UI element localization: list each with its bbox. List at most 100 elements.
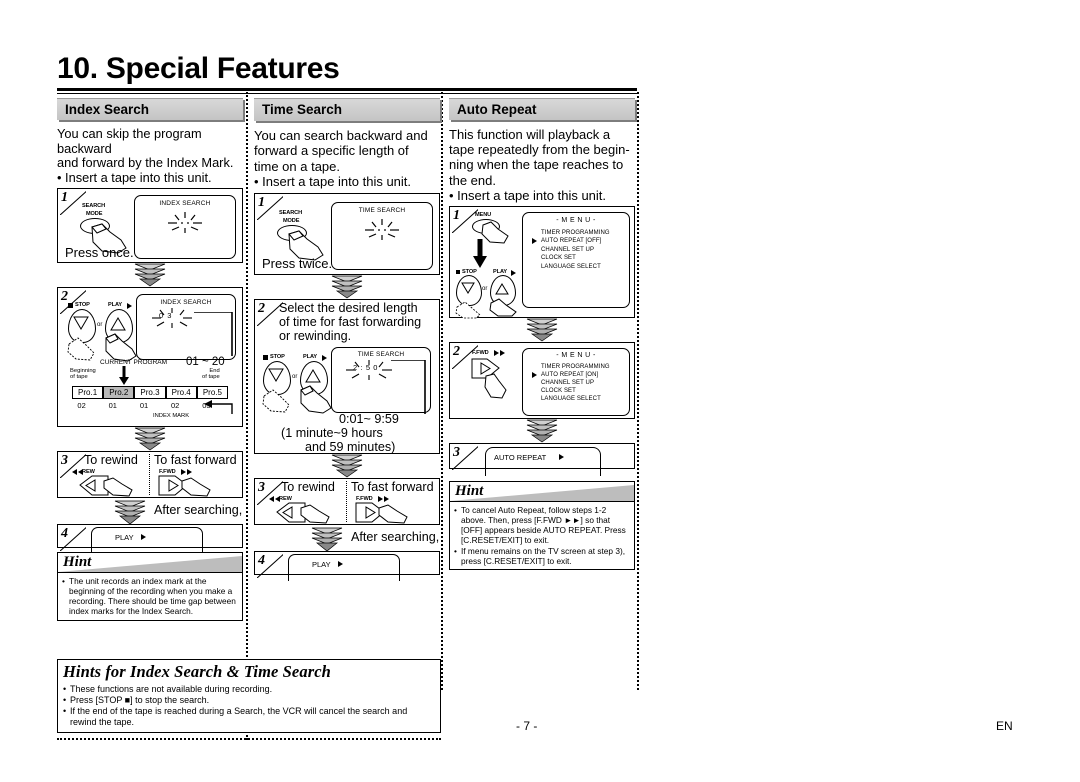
play-button-label: PLAY <box>108 302 123 309</box>
osd-menu-title: - M E N U - <box>556 217 596 225</box>
index-intro-line2: and forward by the Index Mark. <box>57 155 234 171</box>
flow-arrow-3-row: After searching, <box>57 498 243 525</box>
search-mode-label-bottom: MODE <box>86 211 103 218</box>
time-play-label: PLAY <box>312 559 331 569</box>
time-step-2: 2 Select the desired length of time for … <box>254 298 440 454</box>
time-intro-line2: forward a specific length of <box>254 143 409 159</box>
menu-cursor-icon <box>532 372 537 379</box>
osd-menu-title: - M E N U - <box>556 352 596 360</box>
auto-repeat-step-1: 1 MENU STOP PLAY or - M E N U - TIMER PR… <box>449 206 635 319</box>
index-mark-value: 02 <box>171 401 180 411</box>
menu-item[interactable]: LANGUAGE SELECT <box>541 395 610 403</box>
section-auto-repeat: Auto Repeat This function will playback … <box>449 98 635 571</box>
ar-step-3-label: AUTO REPEAT <box>494 453 547 463</box>
time-inst-l3: or rewinding. <box>279 329 352 344</box>
menu-item[interactable]: AUTO REPEAT [OFF] <box>541 237 610 245</box>
auto-repeat-hint: Hint To cancel Auto Repeat, follow steps… <box>449 481 635 571</box>
hint-item: Press [STOP ■] to stop the search. <box>63 695 436 706</box>
play-key-outline[interactable] <box>91 527 203 555</box>
play-triangle-icon <box>559 454 564 461</box>
ar-step-1-number: 1 <box>453 208 460 224</box>
menu-item[interactable]: LANGUAGE SELECT <box>541 263 610 271</box>
or-label: or <box>482 286 488 293</box>
menu-item[interactable]: CLOCK SET <box>541 254 610 262</box>
blink-burst-icon <box>365 218 399 240</box>
search-mode-label-bottom: MODE <box>283 217 300 224</box>
index-after-searching-label: After searching, <box>154 503 243 518</box>
ar-step-2-osd: - M E N U - TIMER PROGRAMMING AUTO REPEAT… <box>522 348 630 417</box>
ar-intro-line3: ning when the tape reaches to <box>449 157 624 173</box>
time-range-label: 0:01~ 9:59 <box>339 411 399 426</box>
section-time-search: Time Search You can search backward and … <box>254 98 440 581</box>
ar-intro-bullet: • Insert a tape into this unit. <box>449 187 607 203</box>
index-intro-bullet: • Insert a tape into this unit. <box>57 169 212 185</box>
index-to-rewind-label: To rewind <box>84 453 138 468</box>
or-label: or <box>97 322 103 329</box>
time-step-3-number: 3 <box>258 479 265 495</box>
hand-pointer-icon <box>489 298 517 317</box>
time-to-rewind-label: To rewind <box>281 479 335 494</box>
section-index-search: Index Search You can skip the program ba… <box>57 98 243 621</box>
play-triangle-icon <box>141 534 146 541</box>
down-flow-arrow-icon <box>473 239 487 269</box>
document-page: 10. Special Features Index Search You ca… <box>0 0 1080 782</box>
index-step-1-number: 1 <box>61 190 68 206</box>
ar-step-1-osd: - M E N U - TIMER PROGRAMMING AUTO REPEAT… <box>522 212 630 309</box>
flow-arrow-1 <box>254 275 440 299</box>
ar-intro-line4: the end. <box>449 172 496 188</box>
time-search-intro: You can search backward and forward a sp… <box>254 128 440 190</box>
time-inst-l1: Select the desired length <box>279 300 418 315</box>
callout-leader-line <box>391 359 426 414</box>
hint-item: If the end of the tape is reached during… <box>63 706 436 727</box>
flow-arrow-2 <box>254 454 440 478</box>
column-divider-1 <box>246 92 250 740</box>
page-title: 10. Special Features <box>57 52 340 85</box>
stop-button-label: STOP <box>75 302 90 309</box>
auto-repeat-step-2: 2 F.FWD - M E N U - TIMER PROGRAMMING AUT… <box>449 342 635 420</box>
play-key-outline[interactable] <box>288 553 400 581</box>
menu-item[interactable]: CHANNEL SET UP <box>541 246 610 254</box>
menu-item[interactable]: AUTO REPEAT [ON] <box>541 371 610 379</box>
index-step-3: 3 To rewind To fast forward REW F.FWD <box>57 451 243 499</box>
program-cell: Pro.4 <box>165 386 197 400</box>
time-step-4: 4 PLAY <box>254 550 440 581</box>
menu-item[interactable]: CHANNEL SET UP <box>541 379 610 387</box>
time-intro-line1: You can search backward and <box>254 128 428 143</box>
time-inst-l2: of time for fast forwarding <box>279 315 422 330</box>
menu-item[interactable]: TIMER PROGRAMMING <box>541 363 610 371</box>
index-to-ffwd-label: To fast forward <box>154 453 237 468</box>
page-number: - 7 - <box>516 719 538 733</box>
index-search-hint: Hint The unit records an index mark at t… <box>57 552 243 621</box>
callout-leader-line <box>194 312 233 357</box>
ffwd-label: F.FWD <box>472 350 489 357</box>
menu-item[interactable]: CLOCK SET <box>541 387 610 395</box>
index-mark-label: INDEX MARK <box>153 413 190 420</box>
step3-divider <box>346 480 347 522</box>
index-step-1-osd: INDEX SEARCH <box>134 195 236 260</box>
hint-item: If menu remains on the TV screen at step… <box>454 546 630 566</box>
hand-pointer-icon <box>378 504 408 524</box>
end-of-tape-label: End of tape <box>202 368 220 380</box>
time-step-1-caption: Press twice. <box>262 255 333 271</box>
flow-arrow-2 <box>57 427 243 451</box>
flow-arrow-2 <box>449 419 635 443</box>
blink-burst-icon <box>168 212 202 234</box>
hand-pointer-icon <box>484 373 507 399</box>
hint-item: The unit records an index mark at the be… <box>62 576 238 616</box>
search-mode-label-top: SEARCH <box>82 203 106 210</box>
osd-title-time-search: TIME SEARCH <box>357 350 405 358</box>
ar-intro-line2: tape repeatedly from the begin- <box>449 142 630 158</box>
hints-combined-title: Hints for Index Search & Time Search <box>63 662 331 681</box>
hand-pointer-dashed-icon <box>455 301 481 319</box>
auto-repeat-intro: This function will playback a tape repea… <box>449 127 635 203</box>
index-step-2-number: 2 <box>61 289 68 305</box>
stop-square-icon <box>263 354 268 360</box>
auto-repeat-step-3: 3 AUTO REPEAT <box>449 443 635 477</box>
index-hint-title: Hint <box>63 554 92 571</box>
hand-pointer-dashed-icon <box>67 337 95 361</box>
index-search-intro: You can skip the program backward and fo… <box>57 126 243 185</box>
time-search-heading: Time Search <box>254 98 440 121</box>
hand-pointer-dashed-icon <box>262 389 290 413</box>
menu-item[interactable]: TIMER PROGRAMMING <box>541 229 610 237</box>
osd-title-index-search: INDEX SEARCH <box>159 200 211 208</box>
